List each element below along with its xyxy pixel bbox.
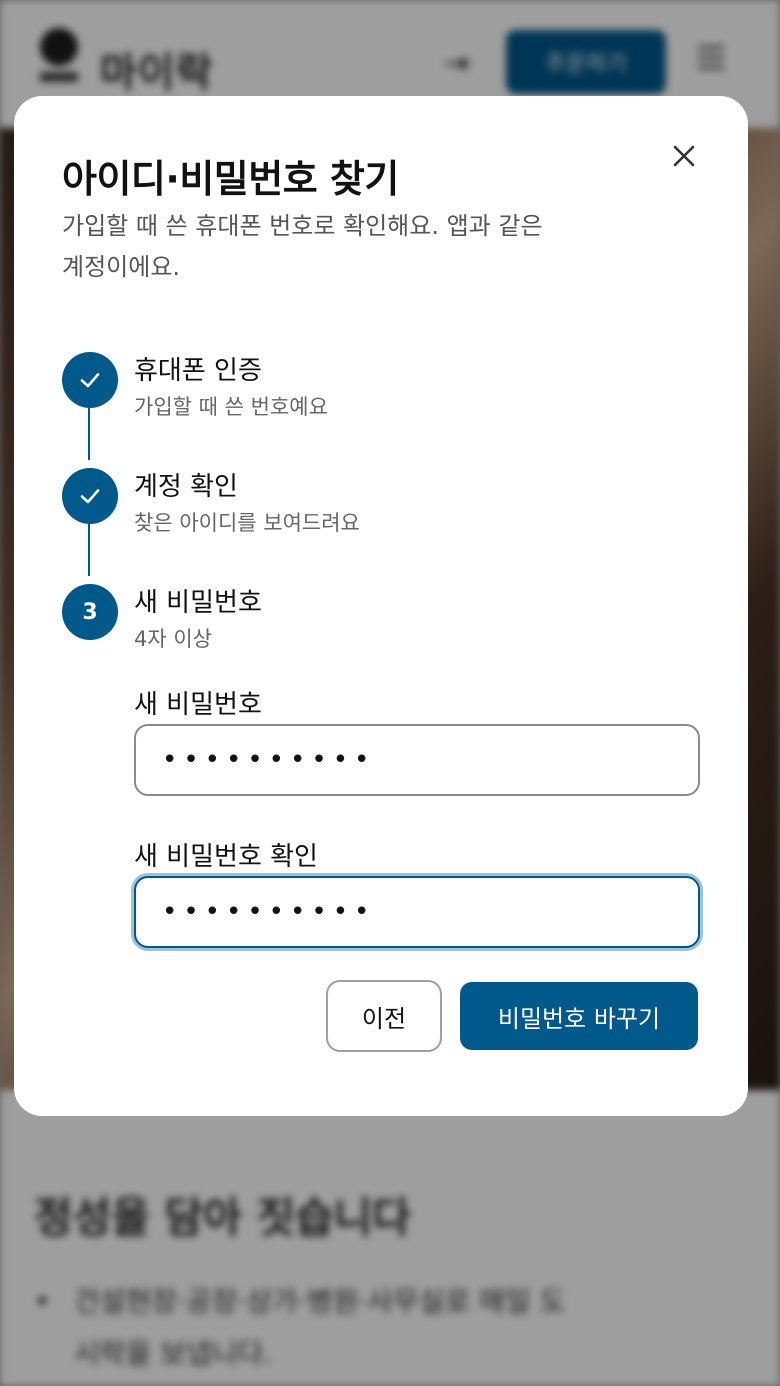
step-1-indicator (62, 352, 118, 408)
modal-subtitle: 가입할 때 쓴 휴대폰 번호로 확인해요. 앱과 같은 계정이에요. (62, 212, 543, 281)
step-3-desc: 4자 이상 (134, 627, 212, 651)
change-password-button[interactable]: 비밀번호 바꾸기 (460, 982, 698, 1050)
step-connector (88, 406, 90, 460)
new-password-label: 새 비밀번호 (134, 690, 262, 720)
step-2-desc: 찾은 아이디를 보여드려요 (134, 511, 360, 535)
new-password-input[interactable]: •••••••••• (134, 724, 700, 796)
prev-button[interactable]: 이전 (326, 980, 442, 1052)
close-button[interactable] (670, 142, 698, 170)
step-3-title: 새 비밀번호 (134, 588, 262, 618)
check-icon (80, 373, 100, 388)
step-2-indicator (62, 468, 118, 524)
modal-title: 아이디·비밀번호 찾기 (62, 157, 399, 201)
close-icon (673, 145, 695, 167)
find-account-modal: 아이디·비밀번호 찾기 가입할 때 쓴 휴대폰 번호로 확인해요. 앱과 같은 … (14, 96, 748, 1116)
confirm-password-input[interactable]: •••••••••• (134, 876, 700, 948)
confirm-password-label: 새 비밀번호 확인 (134, 842, 318, 872)
step-2-title: 계정 확인 (134, 472, 238, 502)
step-1-title: 휴대폰 인증 (134, 356, 262, 386)
check-icon (80, 489, 100, 504)
step-connector (88, 522, 90, 576)
step-1-desc: 가입할 때 쓴 번호예요 (134, 395, 328, 419)
step-3-indicator: 3 (62, 584, 118, 640)
